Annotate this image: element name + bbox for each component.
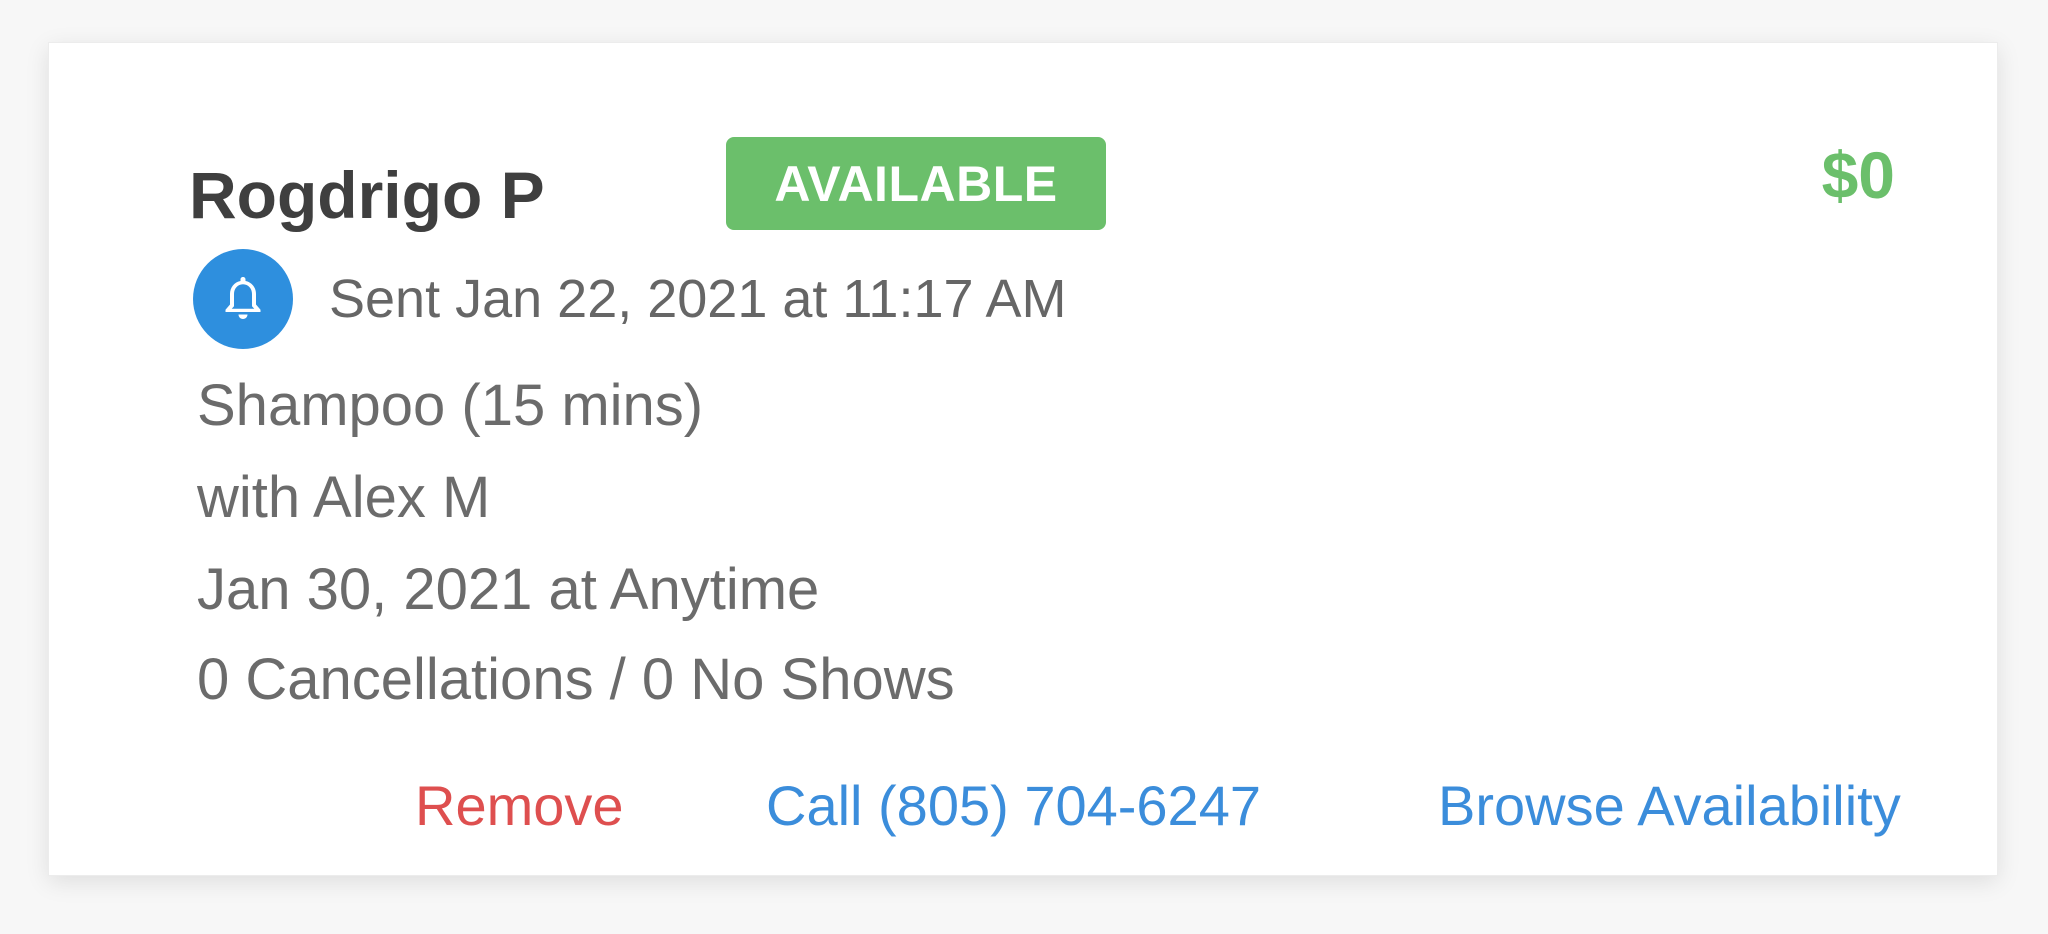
client-name: Rogdrigo P (189, 158, 545, 232)
call-link[interactable]: Call (805) 704-6247 (766, 771, 1261, 841)
appointment-date: Jan 30, 2021 at Anytime (197, 557, 820, 622)
status-badge: AVAILABLE (726, 137, 1106, 230)
remove-link[interactable]: Remove (415, 771, 624, 841)
client-history: 0 Cancellations / 0 No Shows (197, 647, 955, 712)
service-info: Shampoo (15 mins) (197, 373, 704, 438)
waitlist-card: Rogdrigo P AVAILABLE $0 Sent Jan 22, 202… (48, 42, 1998, 876)
bell-icon (193, 249, 293, 349)
staff-info: with Alex M (197, 465, 491, 530)
browse-availability-link[interactable]: Browse Availability (1438, 771, 1901, 841)
sent-timestamp: Sent Jan 22, 2021 at 11:17 AM (329, 269, 1067, 329)
price: $0 (1821, 138, 1895, 212)
